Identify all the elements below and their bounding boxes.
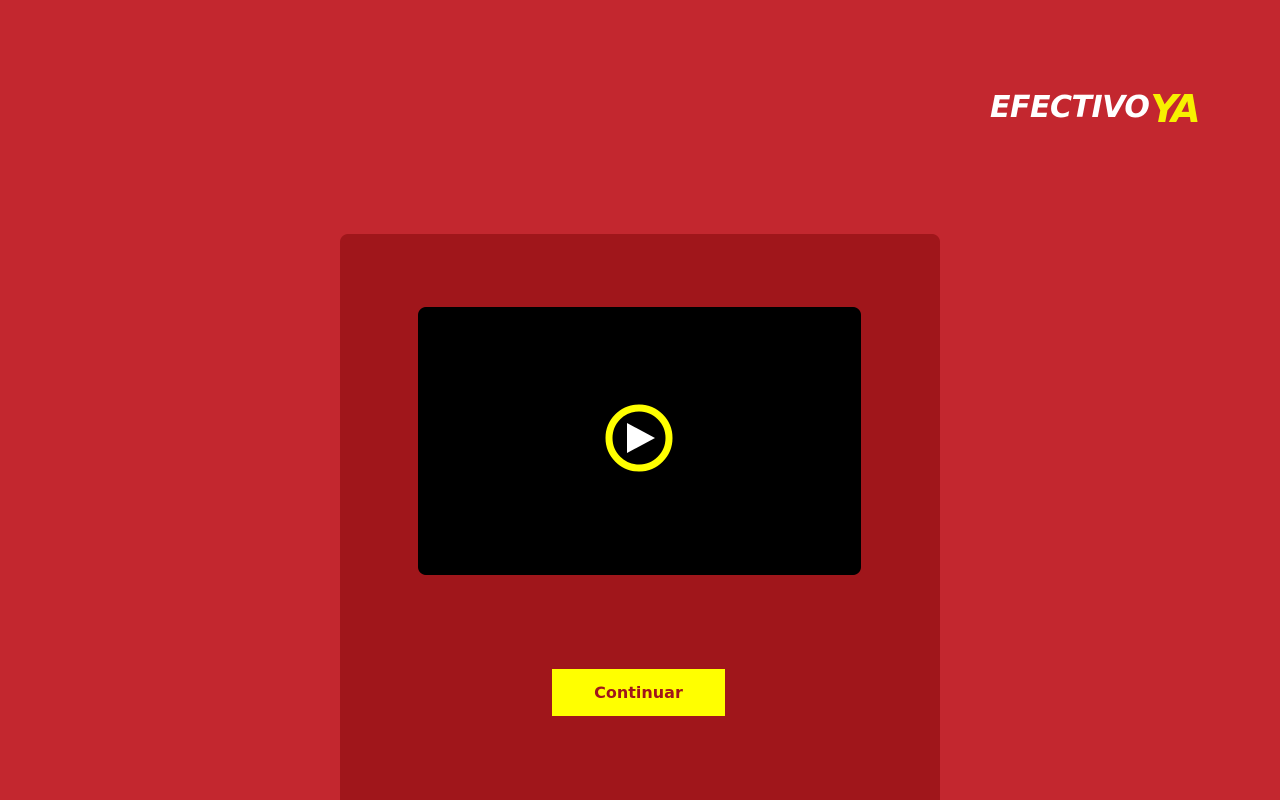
logo-accent: YA [1150, 87, 1200, 131]
content-panel: Continuar [340, 234, 940, 800]
logo-wordmark: EFECTIVO [990, 90, 1150, 125]
play-icon[interactable] [604, 403, 674, 473]
brand-logo: EFECTIVO YA [990, 86, 1201, 132]
video-player[interactable] [418, 307, 861, 575]
continue-button[interactable]: Continuar [552, 669, 725, 716]
